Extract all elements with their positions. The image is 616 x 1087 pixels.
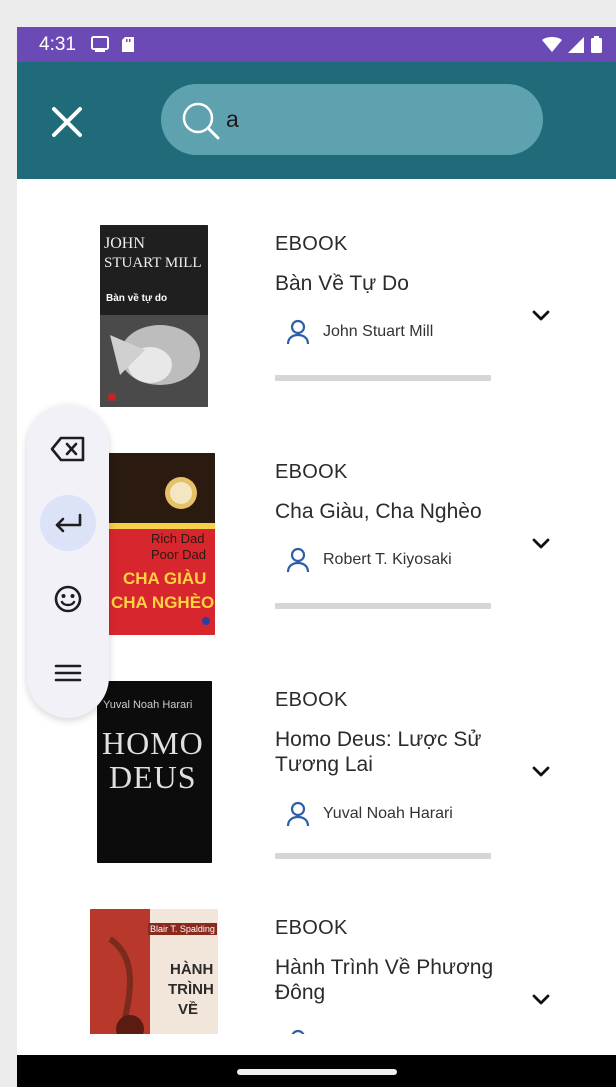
book-title: Cha Giàu, Cha Nghèo bbox=[275, 500, 482, 523]
book-cover: Blair T. Spalding HÀNH TRÌNH VỀ bbox=[90, 909, 218, 1034]
cover-title-1: HÀNH bbox=[170, 961, 214, 978]
emoji-button[interactable] bbox=[40, 571, 96, 627]
signal-icon bbox=[568, 36, 585, 59]
cover-subtitle-2: Poor Dad bbox=[151, 547, 206, 562]
person-icon bbox=[286, 547, 310, 573]
cover-title-2: DEUS bbox=[109, 759, 197, 795]
search-app-bar bbox=[17, 62, 616, 179]
close-search-button[interactable] bbox=[45, 100, 89, 144]
screenshot-notification-icon bbox=[91, 36, 109, 59]
cover-subtitle-1: Rich Dad bbox=[151, 531, 205, 546]
cover-title-3: VỀ bbox=[178, 1001, 199, 1018]
close-icon bbox=[52, 107, 82, 137]
backspace-icon bbox=[50, 436, 85, 462]
author-row: Yuval Noah Harari bbox=[285, 801, 453, 827]
menu-button[interactable] bbox=[40, 645, 96, 701]
author-row: John Stuart Mill bbox=[285, 319, 433, 345]
chevron-down-icon[interactable] bbox=[529, 759, 553, 783]
cover-author-line-2: STUART MILL bbox=[104, 255, 202, 271]
enter-icon bbox=[55, 513, 82, 533]
search-field[interactable] bbox=[161, 84, 543, 155]
sd-card-icon bbox=[121, 36, 135, 59]
list-item[interactable]: Yuval Noah Harari HOMO DEUS EBOOK Homo D… bbox=[17, 675, 616, 903]
home-gesture-handle[interactable] bbox=[237, 1069, 397, 1075]
book-author: John Stuart Mill bbox=[323, 323, 434, 340]
cover-title-2: TRÌNH bbox=[168, 981, 214, 998]
cover-title: Bàn về tự do bbox=[106, 293, 168, 304]
emoji-icon bbox=[54, 585, 82, 613]
enter-button[interactable] bbox=[40, 495, 96, 551]
reading-progress-bar bbox=[275, 375, 491, 381]
person-icon bbox=[286, 801, 310, 827]
list-item[interactable]: JOHN STUART MILL Bàn về tự do EBOOK Bàn … bbox=[17, 219, 616, 447]
book-author: Robert T. Kiyosaki bbox=[323, 551, 452, 568]
chevron-down-icon[interactable] bbox=[529, 531, 553, 555]
book-title: Bàn Về Tự Do bbox=[275, 272, 409, 295]
wifi-icon bbox=[542, 36, 562, 59]
book-type: EBOOK bbox=[275, 233, 348, 255]
book-title: Hành Trình Về Phương Đông bbox=[275, 956, 494, 1004]
search-input[interactable] bbox=[226, 104, 516, 134]
cover-title-2: CHA NGHÈO bbox=[111, 593, 215, 612]
cover-title-1: CHA GIÀU bbox=[123, 569, 207, 588]
person-icon bbox=[291, 1029, 305, 1034]
cover-author: Blair T. Spalding bbox=[148, 923, 217, 935]
book-type: EBOOK bbox=[275, 689, 348, 711]
cover-title-1: HOMO bbox=[102, 725, 204, 761]
system-navigation-bar bbox=[17, 1055, 616, 1087]
book-cover: Yuval Noah Harari HOMO DEUS bbox=[97, 681, 212, 863]
book-type: EBOOK bbox=[275, 461, 348, 483]
book-author: Yuval Noah Harari bbox=[323, 805, 453, 822]
chevron-down-icon[interactable] bbox=[529, 303, 553, 327]
battery-icon bbox=[591, 36, 602, 59]
search-icon bbox=[182, 102, 220, 140]
person-icon bbox=[286, 319, 310, 345]
cover-author-line-1: JOHN bbox=[104, 235, 145, 252]
status-time: 4:31 bbox=[39, 34, 76, 55]
author-row bbox=[285, 1029, 323, 1034]
list-item[interactable]: Blair T. Spalding HÀNH TRÌNH VỀ EBOOK Hà… bbox=[17, 903, 616, 1034]
reading-progress-bar bbox=[275, 853, 491, 859]
menu-icon bbox=[54, 664, 82, 682]
chevron-down-icon[interactable] bbox=[529, 987, 553, 1011]
cover-author: Yuval Noah Harari bbox=[103, 699, 193, 711]
author-row: Robert T. Kiyosaki bbox=[285, 547, 452, 573]
book-title: Homo Deus: Lược Sử Tương Lai bbox=[275, 728, 482, 776]
book-cover: Rich Dad Poor Dad CHA GIÀU CHA NGHÈO bbox=[107, 453, 215, 635]
book-type: EBOOK bbox=[275, 917, 348, 939]
status-bar: 4:31 bbox=[17, 27, 616, 62]
keyboard-floating-toolbar bbox=[27, 405, 109, 718]
backspace-button[interactable] bbox=[40, 421, 96, 477]
book-cover: JOHN STUART MILL Bàn về tự do bbox=[100, 225, 208, 407]
reading-progress-bar bbox=[275, 603, 491, 609]
